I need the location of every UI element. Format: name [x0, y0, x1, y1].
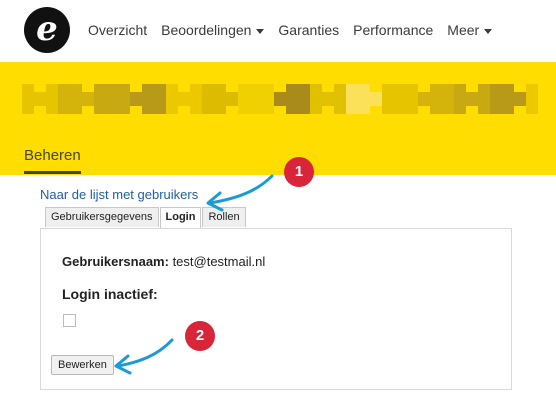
arrow-1-icon [208, 174, 274, 205]
annotation-badge-1: 1 [284, 157, 314, 187]
annotation-badge-2: 2 [185, 321, 215, 351]
tab-login[interactable]: Login [159, 207, 202, 228]
arrow-2-icon [116, 338, 174, 368]
annotation-arrows [114, 174, 274, 375]
